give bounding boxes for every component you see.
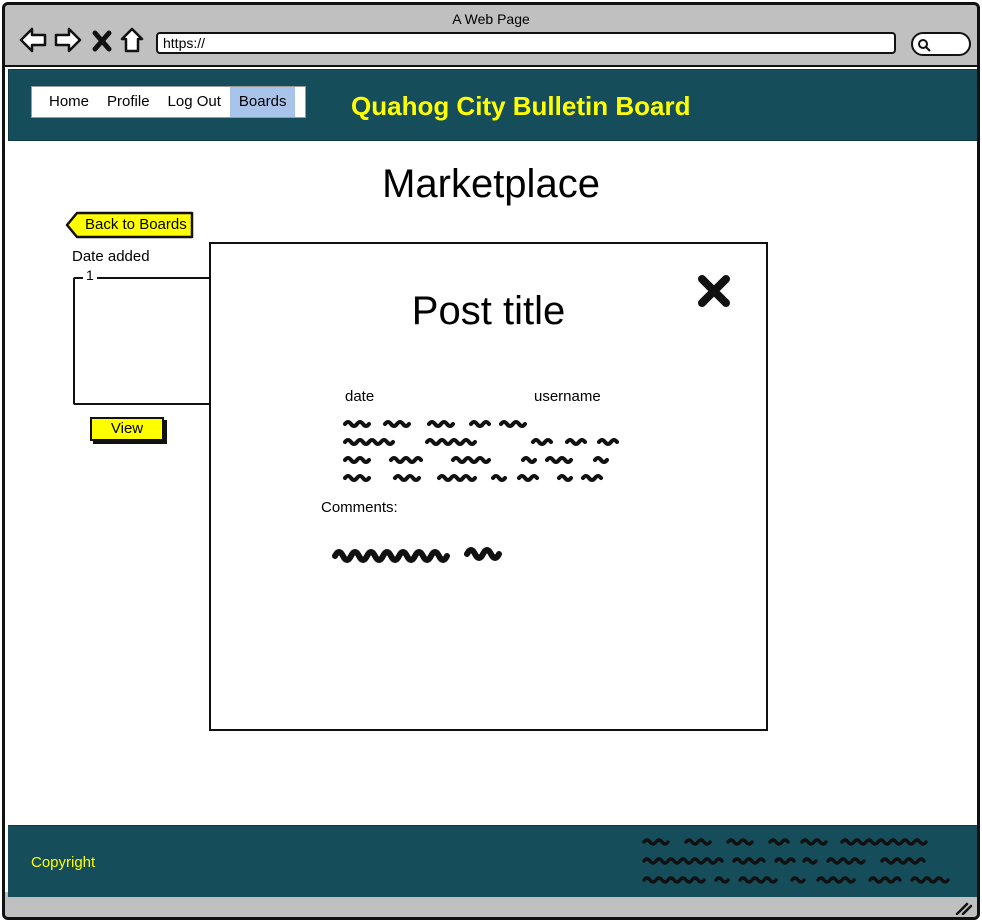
page-title: Marketplace [382,162,600,206]
tab-boards[interactable]: Boards [229,87,296,117]
post-body-scribble [343,420,619,482]
tab-log-out[interactable]: Log Out [159,87,230,117]
page-content: Home Profile Log Out Boards Quahog City … [5,65,977,897]
tab-home[interactable]: Home [32,87,98,117]
stop-icon[interactable] [91,25,113,55]
url-bar[interactable]: https:// [156,32,896,54]
view-button[interactable]: View [90,417,164,441]
back-button-label: Back to Boards [85,216,187,233]
post-username-label: username [534,388,601,405]
nav-tabs: Home Profile Log Out Boards [31,86,306,118]
site-title: Quahog City Bulletin Board [351,91,691,121]
card-number: 1 [83,267,97,283]
post-modal: Post title date username Comments: [209,242,768,731]
copyright-text: Copyright [31,854,96,871]
forward-arrow-icon[interactable] [53,25,83,55]
comment-scribble [332,547,502,563]
post-title: Post title [411,289,566,333]
browser-window: A Web Page https:// Home Profile Log Out… [2,2,980,920]
search-field[interactable] [911,32,971,56]
tab-profile[interactable]: Profile [98,87,159,117]
date-added-label: Date added [72,248,150,265]
post-card[interactable] [73,277,211,405]
footer-scribble [642,838,950,884]
back-to-boards-button[interactable]: Back to Boards [65,211,194,239]
search-icon [918,39,931,52]
site-footer: Copyright [8,825,977,897]
resize-grip-icon[interactable] [953,901,973,915]
site-header: Home Profile Log Out Boards Quahog City … [8,69,977,141]
home-icon[interactable] [119,25,145,55]
post-date-label: date [345,388,375,405]
comments-label: Comments: [321,499,398,516]
window-title: A Web Page [452,11,530,27]
back-arrow-icon[interactable] [18,25,48,55]
